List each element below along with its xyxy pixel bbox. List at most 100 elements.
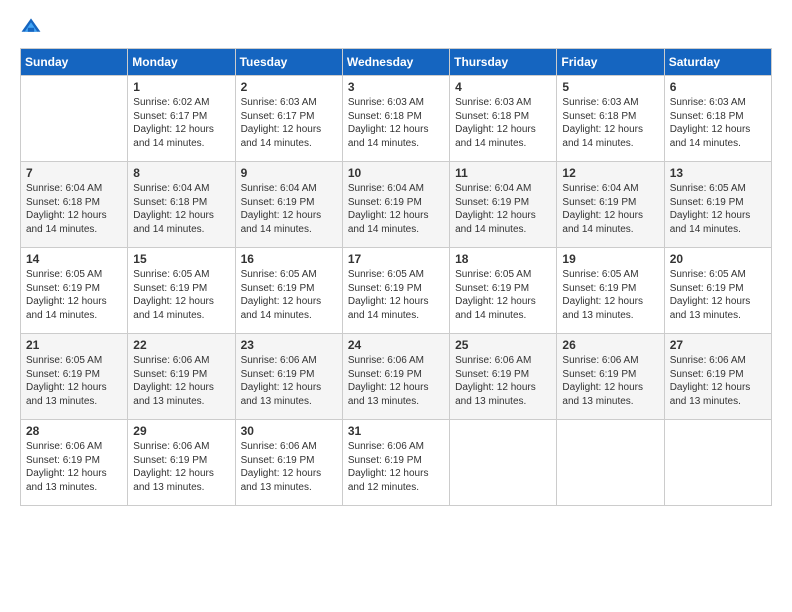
day-cell: 2Sunrise: 6:03 AMSunset: 6:17 PMDaylight… bbox=[235, 76, 342, 162]
day-cell: 13Sunrise: 6:05 AMSunset: 6:19 PMDayligh… bbox=[664, 162, 771, 248]
day-number: 27 bbox=[670, 338, 767, 352]
day-cell: 24 Sunrise: 6:06 AM Sunset: 6:19 PM Dayligh… bbox=[342, 334, 449, 420]
day-cell: 25 Sunrise: 6:06 AMSunset: 6:19 PMDayligh… bbox=[450, 334, 557, 420]
col-header-tuesday: Tuesday bbox=[235, 49, 342, 76]
day-number: 24 bbox=[348, 338, 445, 352]
sunset-text: Sunset: 6:19 PM bbox=[455, 369, 529, 380]
sunset-text: Sunset: 6:18 PM bbox=[26, 197, 100, 208]
day-info: Sunrise: 6:03 AMSunset: 6:18 PMDaylight:… bbox=[348, 96, 445, 150]
day-cell: 16 Sunrise: 6:05 AM Sunset: 6:19 PM Dayligh… bbox=[235, 248, 342, 334]
sunset-text: Sunset: 6:19 PM bbox=[348, 197, 422, 208]
col-header-saturday: Saturday bbox=[664, 49, 771, 76]
day-number: 6 bbox=[670, 80, 767, 94]
sunset-text: Sunset: 6:19 PM bbox=[133, 455, 207, 466]
sunrise-text: Sunrise: 6:06 AM bbox=[348, 441, 424, 452]
day-info: Sunrise: 6:03 AMSunset: 6:18 PMDaylight:… bbox=[670, 96, 767, 150]
day-number: 16 bbox=[241, 252, 338, 266]
daylight-text: Daylight: 12 hours and 13 minutes. bbox=[670, 296, 751, 321]
daylight-text: Daylight: 12 hours and 13 minutes. bbox=[133, 382, 214, 407]
day-number: 1 bbox=[133, 80, 230, 94]
day-cell: 5 Sunrise: 6:03 AMSunset: 6:18 PMDaylight… bbox=[557, 76, 664, 162]
day-number: 8 bbox=[133, 166, 230, 180]
sunrise-text: Sunrise: 6:06 AM bbox=[133, 355, 209, 366]
day-info: Sunrise: 6:05 AMSunset: 6:19 PMDaylight:… bbox=[348, 268, 445, 322]
daylight-text: Daylight: 12 hours and 14 minutes. bbox=[455, 210, 536, 235]
day-info: Sunrise: 6:06 AMSunset: 6:19 PMDaylight:… bbox=[562, 354, 659, 408]
day-number: 31 bbox=[348, 424, 445, 438]
day-cell: 11Sunrise: 6:04 AMSunset: 6:19 PMDayligh… bbox=[450, 162, 557, 248]
day-info: Sunrise: 6:05 AMSunset: 6:19 PMDaylight:… bbox=[670, 182, 767, 236]
sunrise-text: Sunrise: 6:03 AM bbox=[455, 97, 531, 108]
sunset-text: Sunset: 6:17 PM bbox=[133, 111, 207, 122]
day-cell: 29Sunrise: 6:06 AMSunset: 6:19 PMDayligh… bbox=[128, 420, 235, 506]
day-number: 30 bbox=[241, 424, 338, 438]
sunrise-text: Sunrise: 6:04 AM bbox=[26, 183, 102, 194]
sunrise-text: Sunrise: 6:05 AM bbox=[562, 269, 638, 280]
daylight-text: Daylight: 12 hours and 14 minutes. bbox=[26, 210, 107, 235]
sunrise-text: Sunrise: 6:05 AM bbox=[26, 269, 102, 280]
day-number: 21 bbox=[26, 338, 123, 352]
sunrise-text: Sunrise: 6:05 AM bbox=[455, 269, 531, 280]
daylight-text: Daylight: 12 hours and 14 minutes. bbox=[670, 210, 751, 235]
day-info: Sunrise: 6:06 AMSunset: 6:19 PMDaylight:… bbox=[133, 440, 230, 494]
sunrise-text: Sunrise: 6:05 AM bbox=[241, 269, 317, 280]
daylight-text: Daylight: 12 hours and 13 minutes. bbox=[562, 296, 643, 321]
daylight-text: Daylight: 12 hours and 14 minutes. bbox=[455, 296, 536, 321]
day-number: 18 bbox=[455, 252, 552, 266]
day-number: 25 bbox=[455, 338, 552, 352]
sunset-text: Sunset: 6:19 PM bbox=[26, 283, 100, 294]
calendar-header-row: SundayMondayTuesdayWednesdayThursdayFrid… bbox=[21, 49, 772, 76]
day-info: Sunrise: 6:04 AMSunset: 6:19 PMDaylight:… bbox=[241, 182, 338, 236]
sunrise-text: Sunrise: 6:05 AM bbox=[670, 183, 746, 194]
daylight-text: Daylight: 12 hours and 14 minutes. bbox=[133, 210, 214, 235]
sunset-text: Sunset: 6:19 PM bbox=[670, 369, 744, 380]
sunset-text: Sunset: 6:18 PM bbox=[133, 197, 207, 208]
daylight-text: Daylight: 12 hours and 14 minutes. bbox=[133, 296, 214, 321]
day-cell: 6Sunrise: 6:03 AMSunset: 6:18 PMDaylight… bbox=[664, 76, 771, 162]
sunset-text: Sunset: 6:19 PM bbox=[133, 283, 207, 294]
day-info: Sunrise: 6:06 AMSunset: 6:19 PMDaylight:… bbox=[241, 440, 338, 494]
day-info: Sunrise: 6:06 AMSunset: 6:19 PMDaylight:… bbox=[241, 354, 338, 408]
sunset-text: Sunset: 6:19 PM bbox=[562, 283, 636, 294]
day-info: Sunrise: 6:05 AMSunset: 6:19 PMDaylight:… bbox=[670, 268, 767, 322]
sunset-text: Sunset: 6:18 PM bbox=[562, 111, 636, 122]
daylight-text: Daylight: 12 hours and 14 minutes. bbox=[348, 210, 429, 235]
day-info: Sunrise: 6:06 AMSunset: 6:19 PMDaylight:… bbox=[26, 440, 123, 494]
sunrise-text: Sunrise: 6:05 AM bbox=[670, 269, 746, 280]
day-info: Sunrise: 6:05 AMSunset: 6:19 PMDaylight:… bbox=[455, 268, 552, 322]
day-info: Sunrise: 6:03 AMSunset: 6:17 PMDaylight:… bbox=[241, 96, 338, 150]
day-number: 19 bbox=[562, 252, 659, 266]
day-cell: 26Sunrise: 6:06 AMSunset: 6:19 PMDayligh… bbox=[557, 334, 664, 420]
daylight-text: Daylight: 12 hours and 13 minutes. bbox=[348, 382, 429, 407]
day-number: 15 bbox=[133, 252, 230, 266]
daylight-text: Daylight: 12 hours and 14 minutes. bbox=[562, 124, 643, 149]
week-row-4: 21Sunrise: 6:05 AMSunset: 6:19 PMDayligh… bbox=[21, 334, 772, 420]
sunrise-text: Sunrise: 6:06 AM bbox=[241, 441, 317, 452]
sunset-text: Sunset: 6:19 PM bbox=[241, 283, 315, 294]
day-info: Sunrise: 6:04 AMSunset: 6:19 PMDaylight:… bbox=[562, 182, 659, 236]
sunset-text: Sunset: 6:19 PM bbox=[562, 197, 636, 208]
day-number: 5 bbox=[562, 80, 659, 94]
sunset-text: Sunset: 6:19 PM bbox=[348, 369, 422, 380]
sunrise-text: Sunrise: 6:06 AM bbox=[26, 441, 102, 452]
sunset-text: Sunset: 6:19 PM bbox=[241, 455, 315, 466]
day-number: 17 bbox=[348, 252, 445, 266]
daylight-text: Daylight: 12 hours and 13 minutes. bbox=[562, 382, 643, 407]
sunset-text: Sunset: 6:18 PM bbox=[670, 111, 744, 122]
day-info: Sunrise: 6:06 AMSunset: 6:19 PMDaylight:… bbox=[455, 354, 552, 408]
sunrise-text: Sunrise: 6:06 AM bbox=[348, 355, 424, 366]
day-cell: 10Sunrise: 6:04 AMSunset: 6:19 PMDayligh… bbox=[342, 162, 449, 248]
day-number: 10 bbox=[348, 166, 445, 180]
sunrise-text: Sunrise: 6:04 AM bbox=[455, 183, 531, 194]
sunrise-text: Sunrise: 6:05 AM bbox=[348, 269, 424, 280]
day-info: Sunrise: 6:05 AMSunset: 6:19 PMDaylight:… bbox=[133, 268, 230, 322]
sunrise-text: Sunrise: 6:04 AM bbox=[562, 183, 638, 194]
day-info: Sunrise: 6:03 AMSunset: 6:18 PMDaylight:… bbox=[562, 96, 659, 150]
day-cell: 31Sunrise: 6:06 AMSunset: 6:19 PMDayligh… bbox=[342, 420, 449, 506]
col-header-sunday: Sunday bbox=[21, 49, 128, 76]
daylight-text: Daylight: 12 hours and 14 minutes. bbox=[241, 296, 322, 321]
sunrise-text: Sunrise: 6:03 AM bbox=[670, 97, 746, 108]
day-number: 11 bbox=[455, 166, 552, 180]
day-info: Sunrise: 6:03 AMSunset: 6:18 PMDaylight:… bbox=[455, 96, 552, 150]
col-header-thursday: Thursday bbox=[450, 49, 557, 76]
